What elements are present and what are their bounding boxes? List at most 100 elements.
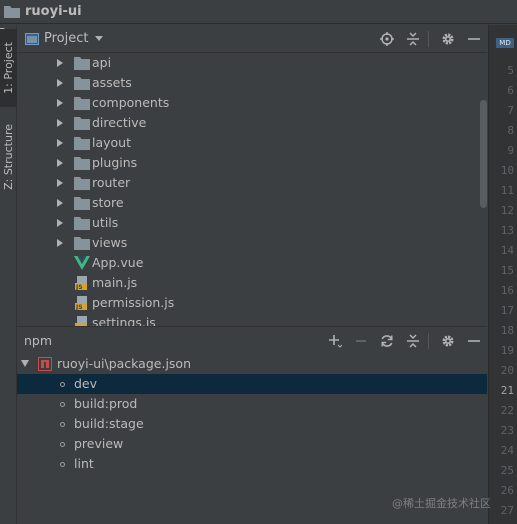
add-package-button[interactable] [324,330,346,352]
project-name: ruoyi-ui [25,4,82,19]
npm-script-build-stage[interactable]: build:stage [17,414,487,434]
line-number: 6 [507,84,514,97]
tree-item-directive[interactable]: directive [17,113,487,133]
line-number: 15 [500,264,514,277]
npm-script-lint[interactable]: lint [17,454,487,474]
reload-button[interactable] [376,330,398,352]
tree-item-views[interactable]: views [17,233,487,253]
line-number: 26 [500,484,514,497]
line-number: 22 [500,404,514,417]
tree-item-store[interactable]: store [17,193,487,213]
tree-item-label: settings.js [92,315,156,326]
tree-item-utils[interactable]: utils [17,213,487,233]
svg-text:JS: JS [75,284,83,290]
expand-arrow-icon[interactable] [57,139,63,147]
line-number: 7 [507,104,514,117]
script-dot-icon [60,402,65,407]
npm-script-label: preview [74,436,124,451]
line-number: 16 [500,284,514,297]
npm-package-label: ruoyi-ui\package.json [57,356,191,371]
tree-item-label: permission.js [92,295,175,310]
minus-icon [356,340,366,342]
folder-icon [74,117,90,130]
plus-icon [329,335,342,348]
npm-script-preview[interactable]: preview [17,434,487,454]
line-number: 12 [500,204,514,217]
watermark: @稀土掘金技术社区 [392,497,491,510]
collapse-arrow-icon[interactable] [21,360,29,367]
collapse-all-icon [407,32,419,46]
tree-item-main-js[interactable]: JS main.js [17,273,487,293]
tree-item-label: components [92,95,170,110]
tree-scrollbar-thumb[interactable] [480,100,487,208]
svg-text:JS: JS [75,304,83,310]
expand-arrow-icon[interactable] [57,99,63,107]
editor-gutter: MD 5 6 7 8 9 10 11 12 13 14 15 16 17 18 … [488,25,517,524]
line-number: 19 [500,344,514,357]
tab-structure[interactable]: Z: Structure [0,117,17,197]
npm-script-label: lint [74,456,94,471]
expand-arrow-icon[interactable] [57,199,63,207]
tree-item-label: assets [92,75,132,90]
project-view-icon [25,32,39,45]
collapse-all-icon [407,334,419,348]
remove-package-button[interactable] [350,330,372,352]
project-view-selector[interactable]: Project [25,28,104,50]
line-number: 18 [500,324,514,337]
npm-hide-panel-button[interactable] [463,330,485,352]
line-number: 13 [500,224,514,237]
npm-collapse-all-button[interactable] [402,330,424,352]
expand-arrow-icon[interactable] [57,119,63,127]
gear-icon [442,335,454,347]
markdown-file-badge: MD [496,38,514,48]
refresh-icon [381,335,393,347]
tree-item-components[interactable]: components [17,93,487,113]
line-number: 27 [500,504,514,517]
expand-arrow-icon[interactable] [57,159,63,167]
js-file-icon: JS [75,276,87,290]
expand-arrow-icon[interactable] [57,179,63,187]
npm-script-dev[interactable]: dev [17,374,487,394]
script-dot-icon [60,462,65,467]
collapse-all-button[interactable] [402,28,424,50]
tree-item-settings-js[interactable]: settings.js [17,313,487,326]
hide-panel-button[interactable] [463,28,485,50]
expand-arrow-icon[interactable] [57,79,63,87]
tab-project[interactable]: 1: Project [0,29,17,107]
line-number: 8 [507,124,514,137]
expand-arrow-icon[interactable] [57,59,63,67]
npm-script-label: build:prod [74,396,138,411]
npm-header-actions [320,327,487,355]
expand-arrow-icon[interactable] [57,239,63,247]
line-number: 17 [500,304,514,317]
divider [428,31,429,47]
line-number: 14 [500,244,514,257]
settings-button[interactable] [437,28,459,50]
title-bar: ruoyi-ui [0,0,517,24]
npm-script-label: build:stage [74,416,144,431]
folder-icon [74,237,90,250]
tree-item-label: layout [92,135,132,150]
project-header-actions [372,25,487,53]
tree-item-permission-js[interactable]: JS permission.js [17,293,487,313]
folder-icon [74,57,90,70]
chevron-down-icon [95,36,104,41]
tree-item-layout[interactable]: layout [17,133,487,153]
folder-icon [74,197,90,210]
npm-settings-button[interactable] [437,330,459,352]
npm-package-node[interactable]: ruoyi-ui\package.json [17,354,487,374]
tree-item-assets[interactable]: assets [17,73,487,93]
tree-item-router[interactable]: router [17,173,487,193]
tree-item-label: utils [92,215,119,230]
folder-icon [4,6,20,18]
tree-item-app-vue[interactable]: App.vue [17,253,487,273]
locate-file-button[interactable] [376,28,398,50]
tree-item-plugins[interactable]: plugins [17,153,487,173]
tab-structure-label: Z: Structure [2,124,15,190]
expand-arrow-icon[interactable] [57,219,63,227]
minimize-icon [468,38,480,40]
tab-project-label: 1: Project [2,42,15,94]
npm-script-build-prod[interactable]: build:prod [17,394,487,414]
tree-item-api[interactable]: api [17,53,487,73]
line-number: 23 [500,424,514,437]
